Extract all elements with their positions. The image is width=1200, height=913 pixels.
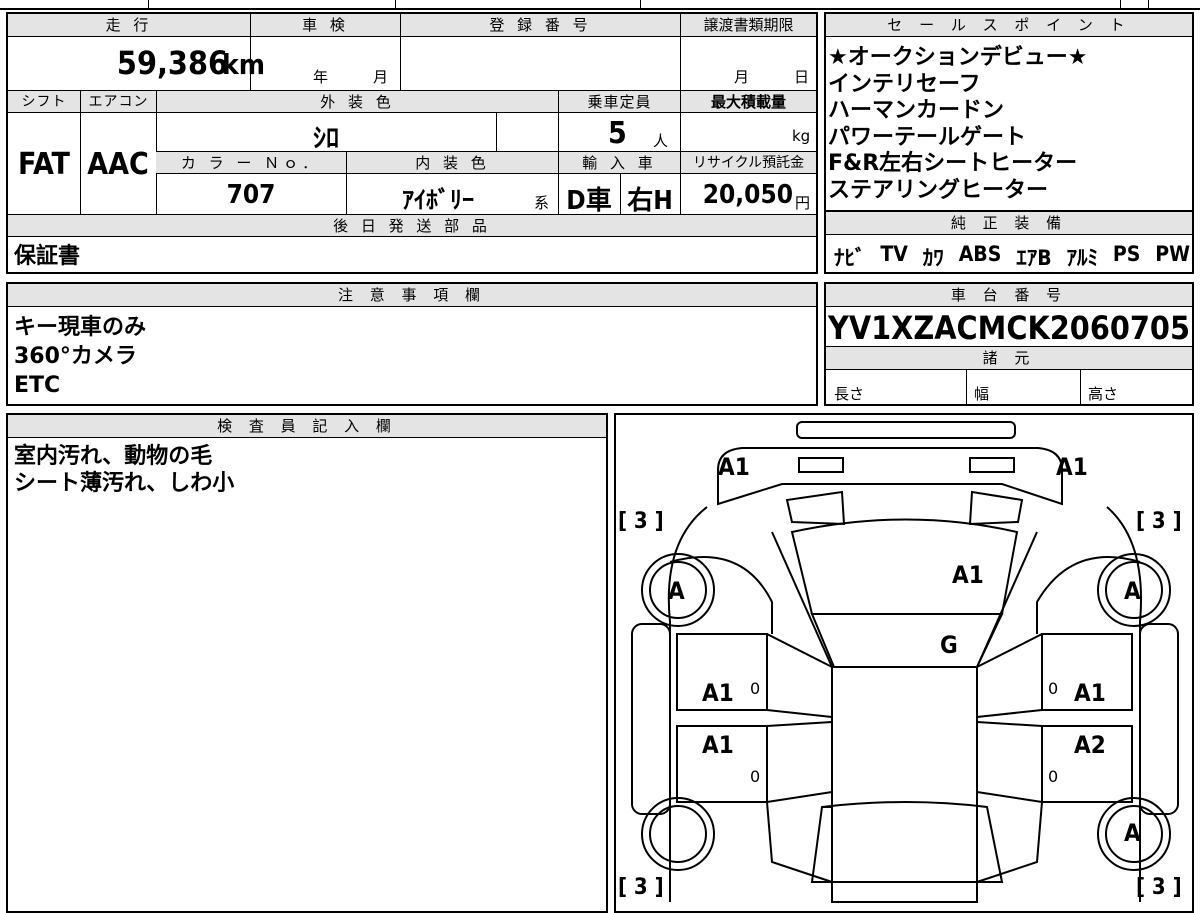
front-right-wheel-grade: A: [1124, 577, 1141, 605]
color-number-value: 707: [226, 180, 276, 210]
max-load-unit: kg: [792, 127, 811, 145]
chassis-box: 車 台 番 号 YV1XZACMCK2060705 諸 元 長さ 幅 高さ: [824, 282, 1194, 406]
equipment-item: PW: [1155, 242, 1190, 266]
exterior-color-value: ｼﾛ: [312, 124, 339, 154]
inspection-label: 車 検: [250, 14, 400, 37]
mileage-value: 59,386: [116, 44, 228, 82]
color-number-label: カ ラ ー Ｎｏ．: [156, 152, 346, 174]
handle-value: 右H: [627, 186, 673, 216]
equipment-item: ｴｱB: [1016, 246, 1052, 270]
equipment-box: 純 正 装 備 ﾅﾋﾞ TV ｶﾜ ABS ｴｱB ｱﾙﾐ PS PW: [824, 210, 1194, 274]
transfer-day: 日: [794, 68, 810, 86]
note-line: 360°カメラ: [14, 344, 137, 369]
tire-front-left-label: [ 3 ]: [618, 509, 664, 534]
inspector-label: 検 査 員 記 入 欄: [8, 415, 606, 438]
rear-right-wheel-grade: A: [1124, 819, 1141, 847]
ac-label: エアコン: [80, 91, 156, 113]
notes-label: 注 意 事 項 欄: [8, 284, 816, 307]
front-left-door-number: 0: [750, 679, 761, 698]
inspector-box: 検 査 員 記 入 欄 室内汚れ、動物の毛 シート薄汚れ、しわ小: [6, 413, 608, 913]
mileage-unit: km: [222, 48, 265, 81]
equipment-item: ｱﾙﾐ: [1066, 246, 1099, 270]
inspector-line: 室内汚れ、動物の毛: [14, 444, 213, 469]
sales-point-item: パワーテールゲート: [828, 124, 1027, 150]
import-label: 輸 入 車: [558, 152, 680, 174]
capacity-value: 5: [608, 116, 627, 151]
car-outline: [631, 421, 1179, 903]
front-left-door-grade: A1: [702, 679, 734, 707]
inspection-year: 年: [313, 68, 329, 86]
car-damage-diagram: [ 3 ] [ 3 ] [ 3 ] [ 3 ] A1 A1 A1 G A A A…: [614, 413, 1194, 913]
registration-label: 登 録 番 号: [400, 14, 680, 37]
recycle-fee-unit: 円: [795, 194, 811, 212]
sales-point-item: ステアリングヒーター: [828, 177, 1049, 203]
sales-point-item: ハーマンカードン: [828, 98, 1005, 123]
front-left-wheel-grade: A: [668, 577, 685, 605]
equipment-item: TV: [880, 242, 908, 266]
inspector-line: シート薄汚れ、しわ小: [14, 471, 235, 496]
capacity-label: 乗車定員: [558, 91, 680, 113]
rear-right-door-number: 0: [1048, 767, 1059, 786]
front-right-door-grade: A1: [1074, 679, 1106, 707]
windshield-grade: G: [940, 631, 958, 659]
mileage-label: 走 行: [8, 14, 250, 37]
chassis-label: 車 台 番 号: [826, 284, 1192, 307]
front-bumper-left-grade: A1: [718, 453, 750, 481]
equipment-item: ABS: [958, 242, 1002, 266]
parts-value: 保証書: [14, 244, 81, 269]
length-label: 長さ: [834, 385, 865, 403]
sales-points-list: ★オークションデビュー★ インテリセーフ ハーマンカードン パワーテールゲート …: [828, 45, 1087, 204]
parts-label: 後 日 発 送 部 品: [8, 215, 816, 237]
vehicle-info-table: 走 行 車 検 登 録 番 号 譲渡書類期限 59,386 km 年 月 月 日…: [6, 12, 818, 274]
tire-rear-right-label: [ 3 ]: [1136, 875, 1182, 900]
note-line: ETC: [14, 373, 61, 398]
max-load-label: 最大積載量: [680, 91, 816, 113]
rear-left-door-grade: A1: [702, 731, 734, 759]
sales-points-box: セ ー ル ス ポ イ ン ト ★オークションデビュー★ インテリセーフ ハーマ…: [824, 12, 1194, 212]
equipment-label: 純 正 装 備: [826, 212, 1192, 235]
sales-point-item: ★オークションデビュー★: [828, 45, 1088, 70]
equipment-item: ｶﾜ: [922, 246, 944, 270]
interior-color-label: 内 装 色: [346, 152, 558, 174]
rear-right-door-grade: A2: [1074, 731, 1106, 759]
note-line: キー現車のみ: [14, 315, 147, 340]
recycle-fee-label: リサイクル預託金: [680, 152, 816, 174]
sales-point-item: F&R左右シートヒーター: [828, 151, 1078, 176]
specs-label: 諸 元: [826, 346, 1192, 370]
hood-grade: A1: [952, 561, 984, 589]
transfer-deadline-label: 譲渡書類期限: [680, 14, 816, 37]
equipment-item: ﾅﾋﾞ: [834, 246, 866, 270]
tire-rear-left-label: [ 3 ]: [618, 875, 664, 900]
shift-label: シフト: [8, 91, 80, 113]
height-label: 高さ: [1088, 385, 1119, 403]
import-value: D車: [566, 186, 612, 216]
shift-value: FAT: [18, 147, 70, 182]
sales-point-item: インテリセーフ: [828, 71, 981, 97]
equipment-list: ﾅﾋﾞ TV ｶﾜ ABS ｴｱB ｱﾙﾐ PS PW: [834, 242, 1190, 272]
front-bumper-right-grade: A1: [1056, 453, 1088, 481]
exterior-color-label: 外 装 色: [156, 91, 558, 113]
rear-left-door-number: 0: [750, 767, 761, 786]
front-right-door-number: 0: [1048, 679, 1059, 698]
chassis-number: YV1XZACMCK2060705: [828, 309, 1190, 347]
ac-value: AAC: [87, 147, 149, 182]
interior-color-value: ｱｲﾎﾞﾘｰ: [402, 186, 474, 214]
transfer-month: 月: [734, 68, 750, 86]
top-strip: [0, 0, 1200, 10]
recycle-fee-value: 20,050: [702, 180, 793, 210]
capacity-unit: 人: [653, 132, 669, 150]
equipment-item: PS: [1112, 242, 1141, 266]
interior-color-suffix: 系: [534, 194, 550, 212]
tire-front-right-label: [ 3 ]: [1136, 509, 1182, 534]
inspection-month: 月: [373, 68, 389, 86]
notes-box: 注 意 事 項 欄 キー現車のみ 360°カメラ ETC: [6, 282, 818, 406]
width-label: 幅: [974, 385, 990, 403]
sales-points-label: セ ー ル ス ポ イ ン ト: [826, 14, 1192, 37]
